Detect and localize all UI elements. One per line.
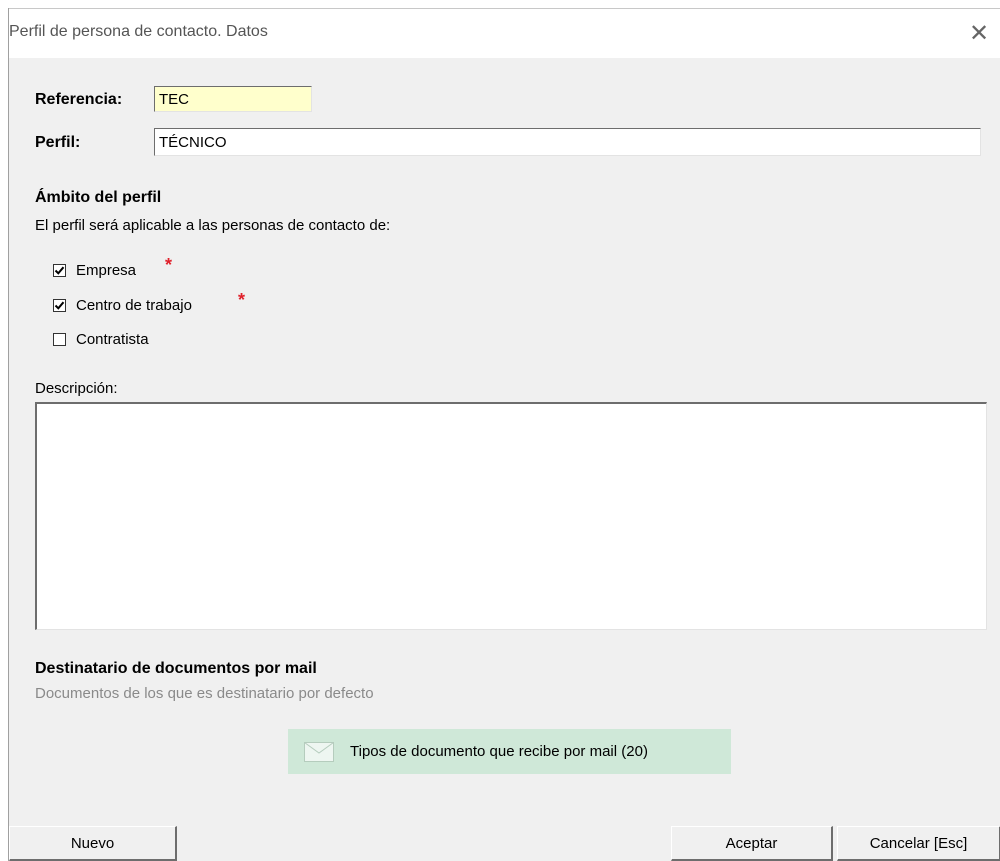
checkmark-icon — [54, 301, 65, 310]
title-bar: Perfil de persona de contacto. Datos ✕ — [9, 8, 1000, 58]
descripcion-textarea[interactable] — [35, 402, 987, 630]
aceptar-button[interactable]: Aceptar — [671, 826, 833, 861]
descripcion-label: Descripción: — [35, 380, 118, 397]
mail-button-label: Tipos de documento que recibe por mail (… — [350, 743, 648, 760]
destinatario-subtitle: Documentos de los que es destinatario po… — [35, 685, 374, 702]
checkbox-box[interactable] — [53, 263, 66, 277]
close-button[interactable]: ✕ — [959, 13, 999, 53]
close-icon: ✕ — [968, 19, 990, 47]
ambito-title: Ámbito del perfil — [35, 189, 162, 206]
perfil-label: Perfil: — [35, 134, 81, 151]
checkbox-label: Contratista — [76, 330, 149, 348]
checkbox-box[interactable] — [53, 332, 66, 346]
checkbox-empresa[interactable]: Empresa — [53, 260, 136, 280]
dialog-window: Perfil de persona de contacto. Datos ✕ R… — [8, 8, 1000, 861]
tipos-documento-mail-button[interactable]: Tipos de documento que recibe por mail (… — [288, 729, 731, 774]
nuevo-button[interactable]: Nuevo — [9, 826, 177, 861]
referencia-input[interactable] — [154, 86, 312, 112]
perfil-input[interactable] — [154, 128, 981, 156]
referencia-label: Referencia: — [35, 91, 123, 108]
required-star-icon: * — [165, 255, 173, 275]
checkbox-contratista[interactable]: Contratista — [53, 329, 149, 349]
required-star-icon: * — [238, 290, 246, 310]
ambito-subtitle: El perfil será aplicable a las personas … — [35, 217, 391, 234]
checkbox-label: Centro de trabajo — [76, 296, 192, 314]
checkmark-icon — [54, 266, 65, 275]
cancelar-button[interactable]: Cancelar [Esc] — [837, 826, 1000, 861]
checkbox-box[interactable] — [53, 298, 66, 312]
destinatario-title: Destinatario de documentos por mail — [35, 660, 317, 677]
window-title: Perfil de persona de contacto. Datos — [9, 23, 268, 40]
envelope-icon — [304, 741, 334, 762]
checkbox-centro-trabajo[interactable]: Centro de trabajo — [53, 295, 192, 315]
checkbox-label: Empresa — [76, 261, 137, 279]
